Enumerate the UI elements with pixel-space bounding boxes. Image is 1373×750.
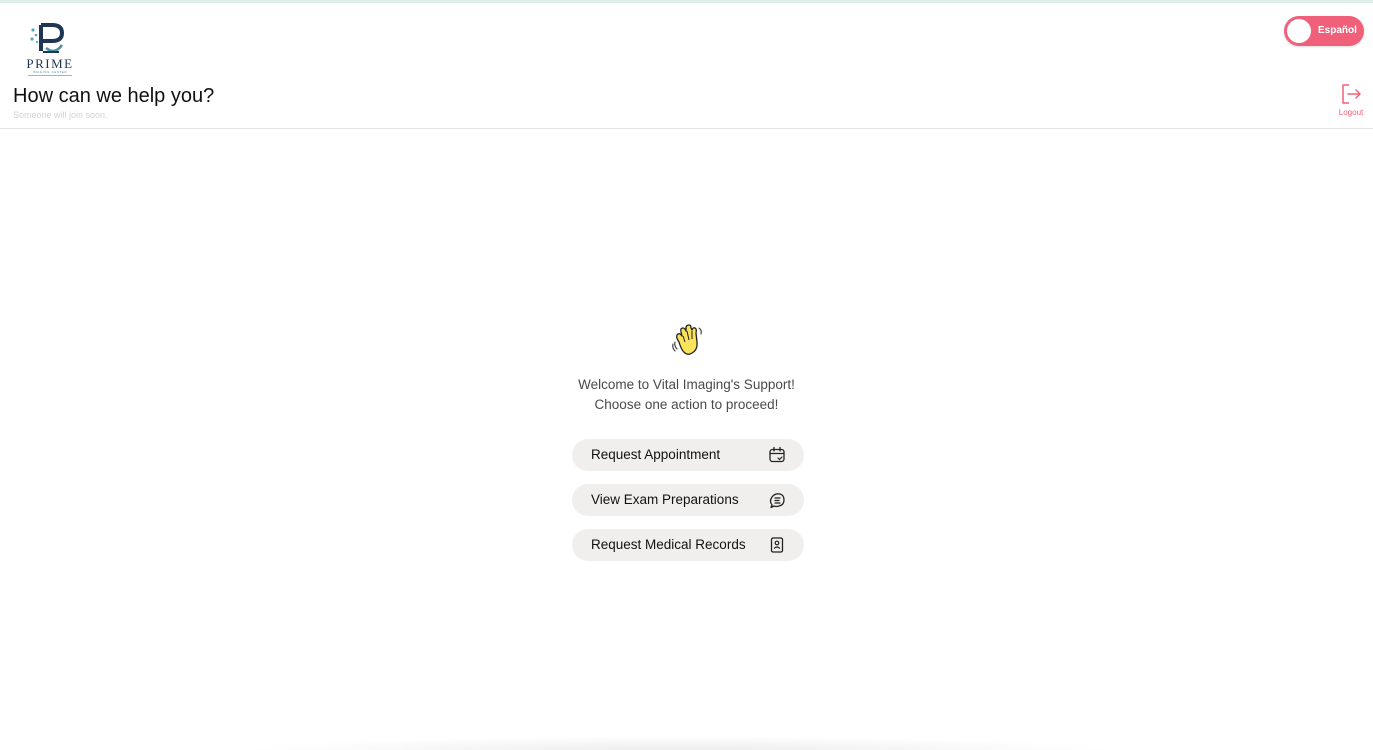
page-title: How can we help you? <box>13 85 215 107</box>
action-label: Request Medical Records <box>591 537 746 552</box>
logout-label: Logout <box>1338 108 1364 117</box>
language-toggle-label: Español <box>1318 25 1357 36</box>
toggle-knob <box>1287 19 1311 43</box>
action-list: Request Appointment View Exam Preparatio… <box>572 439 804 574</box>
welcome-message: Welcome to Vital Imaging's Support! Choo… <box>0 375 1373 415</box>
request-appointment-button[interactable]: Request Appointment <box>572 439 804 471</box>
action-label: Request Appointment <box>591 447 721 462</box>
action-label: View Exam Preparations <box>591 492 739 507</box>
bottom-shadow <box>240 736 1120 750</box>
welcome-section: Welcome to Vital Imaging's Support! Choo… <box>0 322 1373 415</box>
view-exam-preparations-button[interactable]: View Exam Preparations <box>572 484 804 516</box>
prime-logo-mark-icon <box>30 23 65 53</box>
exam-prep-icon <box>769 493 785 509</box>
welcome-line-1: Welcome to Vital Imaging's Support! <box>578 377 795 392</box>
request-medical-records-button[interactable]: Request Medical Records <box>572 529 804 561</box>
welcome-line-2: Choose one action to proceed! <box>594 397 779 412</box>
logout-button[interactable]: Logout <box>1334 83 1368 123</box>
prime-logo: PRIME IMAGING CENTER <box>22 21 78 81</box>
page-subtitle: Someone will join soon. <box>13 110 108 120</box>
medical-record-icon <box>770 537 784 553</box>
logout-icon <box>1342 84 1361 104</box>
waving-hand-icon <box>669 322 705 358</box>
page-header: PRIME IMAGING CENTER How can we help you… <box>0 3 1373 129</box>
logo-tagline: IMAGING CENTER <box>32 70 68 74</box>
calendar-icon <box>769 446 785 463</box>
logo-divider <box>28 75 72 76</box>
language-toggle[interactable]: Español <box>1284 16 1364 46</box>
